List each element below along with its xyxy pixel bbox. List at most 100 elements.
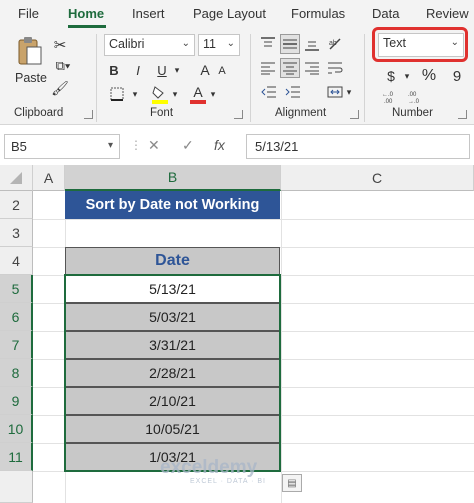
name-box-value: B5	[11, 139, 27, 154]
name-box[interactable]: B5 ▾	[4, 134, 120, 159]
font-name-value: Calibri	[109, 37, 145, 51]
watermark-tagline: EXCEL · DATA · BI	[190, 478, 266, 485]
top-align-button[interactable]	[258, 34, 278, 54]
increase-indent-button[interactable]	[282, 82, 304, 102]
date-cell[interactable]: 3/31/21	[65, 331, 280, 359]
sheet-title-cell[interactable]: Sort by Date not Working	[65, 191, 280, 219]
row-header-10[interactable]: 10	[0, 415, 33, 443]
accounting-dropdown-icon[interactable]: ▾	[402, 66, 412, 86]
number-format-highlight	[372, 27, 468, 62]
chevron-down-icon: ⌄	[226, 38, 235, 49]
decrease-decimal-icon: .00→.0	[408, 92, 420, 104]
font-group-label: Font	[150, 107, 174, 119]
font-launcher-icon[interactable]	[234, 110, 243, 119]
svg-text:.00: .00	[384, 99, 393, 104]
column-header-b[interactable]: B	[65, 165, 281, 191]
tab-formulas[interactable]: Formulas	[291, 6, 345, 21]
row-header-6[interactable]: 6	[0, 303, 33, 331]
font-color-dropdown-icon[interactable]: ▾	[208, 85, 218, 103]
clipboard-launcher-icon[interactable]	[84, 110, 93, 119]
align-left-button[interactable]	[258, 58, 278, 78]
row-header-8[interactable]: 8	[0, 359, 33, 387]
quick-analysis-icon[interactable]: ▤	[282, 474, 302, 492]
cancel-icon[interactable]: ✕	[148, 137, 160, 154]
font-size-combo[interactable]: 11 ⌄	[198, 34, 240, 56]
paint-bucket-icon	[152, 86, 168, 104]
insert-function-icon[interactable]: fx	[214, 137, 225, 153]
wrap-text-button[interactable]	[326, 58, 344, 78]
accounting-format-button[interactable]: $	[380, 66, 402, 86]
date-cell[interactable]: 2/10/21	[65, 387, 280, 415]
fill-color-dropdown-icon[interactable]: ▾	[170, 85, 180, 103]
row-header-4[interactable]: 4	[0, 247, 33, 275]
align-right-icon	[305, 62, 319, 75]
italic-button[interactable]: I	[130, 61, 146, 79]
shrink-font-button[interactable]: A	[216, 63, 228, 79]
date-cell[interactable]: 5/03/21	[65, 303, 280, 331]
grow-font-button[interactable]: A	[198, 61, 212, 79]
enter-icon[interactable]: ✓	[182, 137, 194, 154]
paste-button[interactable]	[14, 34, 46, 68]
cut-icon[interactable]: ✂	[52, 37, 68, 54]
orientation-button[interactable]: ab	[326, 34, 344, 54]
middle-align-button[interactable]	[280, 34, 300, 54]
middle-align-icon	[283, 39, 297, 49]
font-name-combo[interactable]: Calibri ⌄	[104, 34, 195, 56]
copy-icon[interactable]: ⧉▾	[52, 58, 74, 74]
borders-dropdown-icon[interactable]: ▾	[130, 85, 140, 103]
decrease-decimal-button[interactable]: .00 →.0	[406, 88, 428, 106]
row-header-5[interactable]: 5	[0, 275, 33, 303]
underline-dropdown-icon[interactable]: ▾	[172, 61, 182, 79]
tab-review[interactable]: Review	[426, 6, 469, 21]
number-launcher-icon[interactable]	[458, 110, 467, 119]
tab-home[interactable]: Home	[68, 6, 104, 21]
row-header-11[interactable]: 11	[0, 443, 33, 471]
font-color-button[interactable]: A	[188, 83, 208, 105]
column-header-a[interactable]: A	[33, 165, 65, 191]
tab-file[interactable]: File	[18, 6, 39, 21]
date-header-cell[interactable]: Date	[65, 247, 280, 275]
decrease-indent-icon	[261, 86, 276, 98]
borders-button[interactable]	[106, 85, 128, 103]
format-painter-icon[interactable]: 🖌	[51, 80, 69, 96]
alignment-group-label: Alignment	[275, 107, 327, 119]
bold-button[interactable]: B	[106, 61, 122, 79]
align-right-button[interactable]	[302, 58, 322, 78]
tab-data[interactable]: Data	[372, 6, 399, 21]
ribbon-tabs: File Home Insert Page Layout Formulas Da…	[0, 0, 474, 30]
svg-text:.00: .00	[408, 92, 417, 98]
borders-icon	[110, 87, 124, 101]
gridline	[33, 219, 474, 220]
select-all-icon	[10, 171, 22, 184]
underline-button[interactable]: U	[154, 61, 170, 79]
row-header-7[interactable]: 7	[0, 331, 33, 359]
row-header-9[interactable]: 9	[0, 387, 33, 415]
row-header-3[interactable]: 3	[0, 219, 33, 247]
column-header-c[interactable]: C	[281, 165, 474, 191]
date-cell[interactable]: 5/13/21	[65, 275, 280, 303]
group-separator	[96, 34, 97, 122]
fill-color-button[interactable]	[150, 83, 170, 105]
formula-input[interactable]: 5/13/21	[246, 134, 470, 159]
row-header-12[interactable]	[0, 471, 33, 503]
group-separator	[364, 34, 365, 122]
merge-dropdown-icon[interactable]: ▾	[344, 82, 354, 102]
align-center-button[interactable]	[280, 58, 300, 78]
date-cell[interactable]: 2/28/21	[65, 359, 280, 387]
bottom-align-button[interactable]	[302, 34, 322, 54]
percent-style-button[interactable]: %	[418, 66, 440, 86]
comma-style-button[interactable]: 9	[446, 66, 468, 86]
date-cell[interactable]: 10/05/21	[65, 415, 280, 443]
paste-icon	[18, 37, 42, 65]
decrease-indent-button[interactable]	[258, 82, 280, 102]
merge-center-button[interactable]	[326, 82, 344, 102]
select-all-corner[interactable]	[0, 165, 33, 191]
row-header-2[interactable]: 2	[0, 191, 33, 219]
increase-decimal-button[interactable]: ←.0.00	[380, 88, 402, 106]
tab-page-layout[interactable]: Page Layout	[193, 6, 266, 21]
alignment-launcher-icon[interactable]	[350, 110, 359, 119]
drag-handle-icon[interactable]: ⋮	[130, 138, 142, 152]
tab-insert[interactable]: Insert	[132, 6, 165, 21]
svg-text:→.0: →.0	[408, 99, 420, 104]
clipboard-group-label: Clipboard	[14, 107, 64, 119]
